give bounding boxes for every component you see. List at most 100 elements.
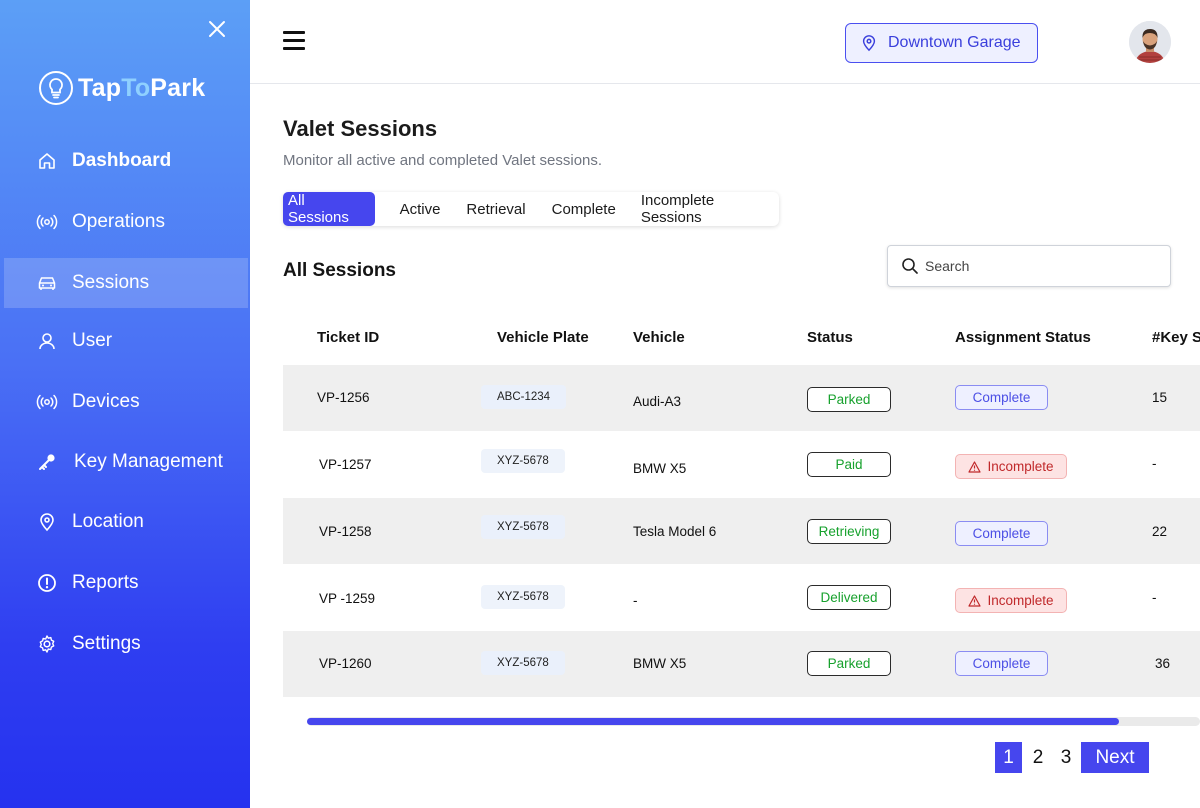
sessions-table: Ticket ID Vehicle Plate Vehicle Status A…: [283, 310, 1200, 730]
menu-icon[interactable]: [283, 31, 305, 51]
session-tabs: All Sessions Active Retrieval Complete I…: [283, 192, 779, 226]
broadcast-icon: [36, 391, 58, 413]
vehicle-name: Tesla Model 6: [633, 524, 717, 539]
top-bar: Downtown Garage: [250, 0, 1200, 84]
tab-all-sessions[interactable]: All Sessions: [283, 192, 375, 226]
sidebar-item-dashboard[interactable]: Dashboard: [0, 136, 250, 186]
tab-complete[interactable]: Complete: [552, 192, 616, 226]
key-slot: 22: [1152, 524, 1168, 539]
vehicle-name: BMW X5: [633, 461, 687, 476]
table-row[interactable]: VP -1259 XYZ-5678 - Delivered Incomplete…: [283, 564, 1200, 630]
vehicle-name: BMW X5: [633, 656, 687, 671]
column-header-vehicle[interactable]: Vehicle: [633, 329, 685, 346]
plate-tag: XYZ-5678: [481, 651, 565, 675]
key-slot: -: [1152, 456, 1157, 471]
brand-logo: TapToPark: [38, 70, 205, 106]
sidebar-item-user[interactable]: User: [0, 316, 250, 366]
ticket-id: VP-1260: [319, 656, 372, 671]
table-row[interactable]: VP-1258 XYZ-5678 Tesla Model 6 Retrievin…: [283, 498, 1200, 564]
location-pin-icon: [36, 511, 58, 533]
page-title: Valet Sessions: [283, 116, 438, 141]
status-badge: Paid: [807, 452, 891, 477]
assignment-badge: Complete: [955, 521, 1048, 546]
sidebar-item-operations[interactable]: Operations: [0, 197, 250, 247]
plate-tag: XYZ-5678: [481, 515, 565, 539]
location-selector-button[interactable]: Downtown Garage: [845, 23, 1038, 63]
sidebar-item-label: User: [72, 330, 113, 351]
broadcast-icon: [36, 211, 58, 233]
key-icon: [36, 451, 58, 473]
search-box: [887, 245, 1171, 287]
pagination-next-button[interactable]: Next: [1081, 742, 1149, 773]
search-input[interactable]: [925, 258, 1145, 274]
sidebar-item-settings[interactable]: Settings: [0, 619, 250, 669]
sidebar-item-label: Reports: [72, 572, 139, 593]
plate-tag: ABC-1234: [481, 385, 567, 409]
pagination-page-1[interactable]: 1: [995, 742, 1022, 773]
column-header-assignment-status[interactable]: Assignment Status: [955, 329, 1091, 346]
app-root: TapToPark Dashboard Operations Sessions …: [0, 0, 1200, 808]
warning-icon: [968, 594, 982, 607]
avatar[interactable]: [1129, 21, 1171, 63]
search-icon: [902, 258, 918, 274]
key-slot: 36: [1155, 656, 1171, 671]
key-slot: -: [1152, 590, 1157, 605]
sidebar-item-label: Key Management: [74, 451, 223, 472]
car-icon: [36, 272, 58, 294]
ticket-id: VP-1256: [317, 390, 370, 405]
tab-active[interactable]: Active: [400, 192, 441, 226]
ticket-id: VP-1257: [319, 457, 372, 472]
sidebar-item-sessions[interactable]: Sessions: [4, 258, 248, 308]
ticket-id: VP -1259: [319, 591, 376, 606]
table-row[interactable]: VP-1260 XYZ-5678 BMW X5 Parked Complete …: [283, 631, 1200, 697]
status-badge: Parked: [807, 651, 891, 676]
column-header-vehicle-plate[interactable]: Vehicle Plate: [497, 329, 589, 346]
ticket-id: VP-1258: [319, 524, 372, 539]
status-badge: Delivered: [807, 585, 891, 610]
sidebar-item-label: Location: [72, 511, 144, 532]
column-header-status[interactable]: Status: [807, 329, 853, 346]
sidebar-item-label: Devices: [72, 391, 140, 412]
sidebar-item-label: Dashboard: [72, 150, 172, 171]
close-icon[interactable]: [206, 18, 228, 40]
table-header: Ticket ID Vehicle Plate Vehicle Status A…: [283, 310, 1200, 366]
pagination-page-3[interactable]: 3: [1054, 742, 1078, 773]
location-label: Downtown Garage: [888, 34, 1021, 51]
assignment-badge: Complete: [955, 651, 1048, 676]
sidebar-item-reports[interactable]: Reports: [0, 558, 250, 608]
location-pin-icon: [862, 35, 876, 52]
key-slot: 15: [1152, 390, 1168, 405]
status-badge: Retrieving: [807, 519, 891, 544]
assignment-badge: Incomplete: [955, 454, 1067, 479]
vehicle-name: Audi-A3: [633, 394, 682, 409]
plate-tag: XYZ-5678: [481, 449, 565, 473]
pagination-page-2[interactable]: 2: [1026, 742, 1050, 773]
gear-icon: [36, 633, 58, 655]
section-title: All Sessions: [283, 260, 396, 281]
sidebar-item-key-management[interactable]: Key Management: [0, 437, 250, 487]
warning-icon: [968, 460, 982, 473]
page-subtitle: Monitor all active and completed Valet s…: [283, 152, 603, 169]
user-icon: [36, 330, 58, 352]
sidebar-item-location[interactable]: Location: [0, 497, 250, 547]
tab-incomplete-sessions[interactable]: Incomplete Sessions: [641, 192, 779, 226]
sidebar-item-label: Operations: [72, 211, 165, 232]
tab-retrieval[interactable]: Retrieval: [466, 192, 525, 226]
sidebar: TapToPark Dashboard Operations Sessions …: [0, 0, 250, 808]
table-row[interactable]: VP-1256 ABC-1234 Audi-A3 Parked Complete…: [283, 365, 1200, 431]
column-header-ticket-id[interactable]: Ticket ID: [317, 329, 379, 346]
assignment-badge: Incomplete: [955, 588, 1067, 613]
sidebar-item-devices[interactable]: Devices: [0, 377, 250, 427]
assignment-badge: Complete: [955, 385, 1048, 410]
brand-name: TapToPark: [78, 73, 206, 102]
alert-circle-icon: [36, 572, 58, 594]
horizontal-scrollbar-thumb[interactable]: [307, 718, 1119, 725]
bulb-logo-icon: [39, 71, 73, 105]
status-badge: Parked: [807, 387, 891, 412]
vehicle-name: -: [633, 593, 638, 608]
sidebar-item-label: Settings: [72, 633, 141, 654]
plate-tag: XYZ-5678: [481, 585, 565, 609]
column-header-key-slot[interactable]: #Key S: [1152, 329, 1200, 346]
table-row[interactable]: VP-1257 XYZ-5678 BMW X5 Paid Incomplete …: [283, 431, 1200, 497]
home-icon: [36, 150, 58, 172]
